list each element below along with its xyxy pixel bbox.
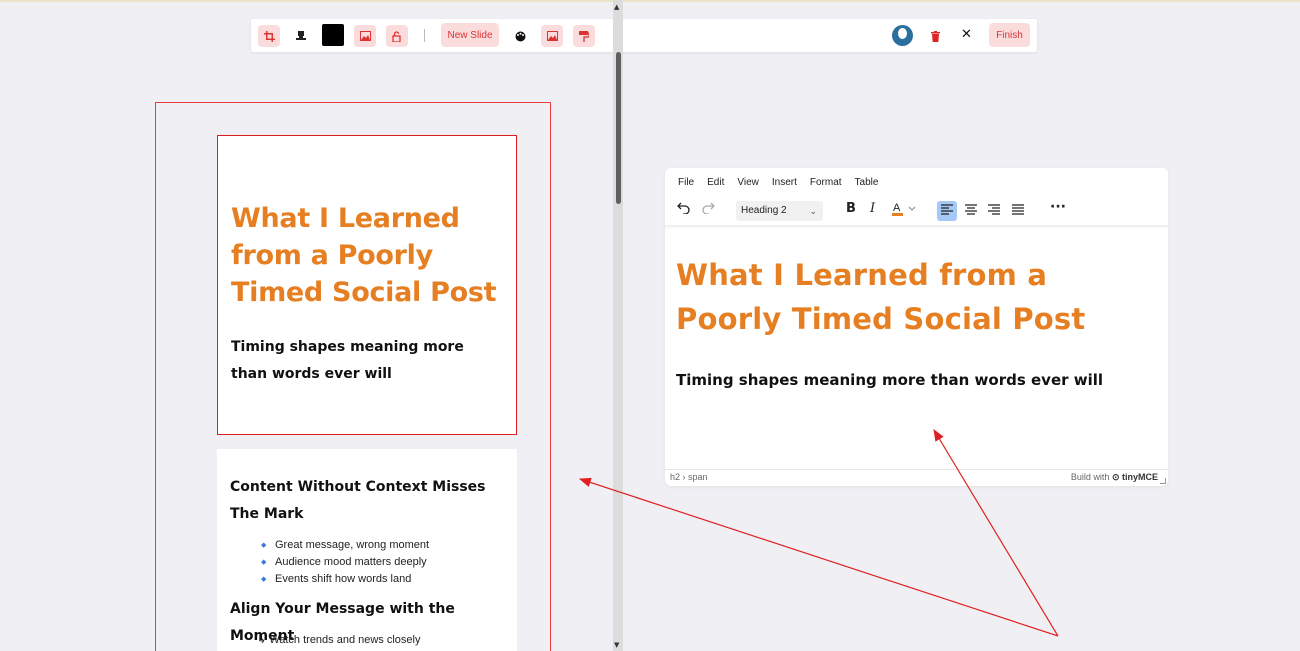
tinymce-branding[interactable]: Build with ⊙ tinyMCE [1071, 472, 1158, 483]
block-format-select[interactable]: Heading 2 ⌄ [736, 201, 823, 221]
theme-button[interactable] [509, 25, 531, 47]
list-item: Audience mood matters deeply [261, 554, 429, 571]
text-color-button[interactable]: A [892, 201, 918, 220]
new-slide-button[interactable]: New Slide [441, 23, 499, 47]
editor-menubar: File Edit View Insert Format Table [665, 174, 891, 192]
tinymce-logo: ⊙ [1111, 472, 1120, 482]
brand-name: tinyMCE [1122, 472, 1158, 482]
slide-thumbnail-1[interactable]: What I Learned from a Poorly Timed Socia… [217, 135, 517, 435]
menu-format[interactable]: Format [810, 174, 842, 192]
align-right-icon[interactable] [988, 204, 1000, 218]
menu-table[interactable]: Table [855, 174, 879, 192]
menu-view[interactable]: View [737, 174, 759, 192]
svg-text:A: A [893, 202, 901, 214]
image-icon [546, 31, 558, 41]
editor-statusbar: h2 › span Build with ⊙ tinyMCE [665, 469, 1168, 486]
paint-roller-icon [579, 30, 589, 42]
toolbar-separator [424, 29, 425, 42]
italic-icon[interactable]: I [870, 201, 875, 216]
list-item: Great message, wrong moment [261, 537, 429, 554]
brand-prefix: Build with [1070, 472, 1110, 482]
background-image-button[interactable] [541, 25, 563, 47]
text-color-icon: A [892, 202, 916, 216]
rich-text-editor: File Edit View Insert Format Table Headi… [665, 168, 1168, 486]
stamp-button[interactable] [290, 25, 312, 47]
scroll-up-icon[interactable]: ▲ [614, 3, 619, 11]
close-icon[interactable]: ✕ [961, 27, 972, 42]
menu-file[interactable]: File [678, 174, 694, 192]
delete-button[interactable] [924, 25, 946, 47]
slide-heading: Content Without Context Misses The Mark [230, 479, 486, 522]
list-item: Events shift how words land [261, 571, 429, 588]
editor-toolbar: Heading 2 ⌄ B I A ··· [665, 197, 1168, 225]
slide-toolbar: New Slide ✕ Finish [251, 19, 1037, 52]
top-border [0, 0, 1300, 2]
align-left-icon [941, 204, 953, 218]
editor-subheading[interactable]: Timing shapes meaning more than words ev… [676, 371, 1103, 389]
block-format-value: Heading 2 [741, 205, 787, 216]
color-swatch[interactable] [322, 24, 344, 46]
arrow-to-preview [578, 477, 1059, 637]
lock-icon [391, 30, 401, 42]
menu-edit[interactable]: Edit [707, 174, 724, 192]
sub-list-item: ↳ Watch trends and news closely [257, 634, 421, 646]
scrollbar-thumb[interactable] [616, 52, 621, 204]
more-options-icon[interactable]: ··· [1050, 199, 1066, 215]
resize-handle-icon[interactable] [1160, 478, 1166, 484]
bullet-list: Great message, wrong moment Audience moo… [261, 537, 429, 588]
editor-heading[interactable]: What I Learned from a Poorly Timed Socia… [676, 253, 1156, 341]
toolbar-shadow [665, 225, 1168, 229]
slide-title: What I Learned from a Poorly Timed Socia… [231, 203, 497, 308]
scroll-down-icon[interactable]: ▼ [614, 641, 619, 649]
slide-thumbnail-2[interactable]: Content Without Context Misses The Mark … [217, 449, 517, 651]
stamp-icon [296, 30, 306, 40]
format-painter-button[interactable] [573, 25, 595, 47]
align-center-icon[interactable] [965, 204, 977, 218]
trash-icon [930, 30, 940, 42]
lock-button[interactable] [386, 25, 408, 47]
undo-icon[interactable] [677, 202, 690, 217]
redo-icon[interactable] [702, 202, 715, 217]
crop-icon [263, 30, 275, 42]
align-justify-icon[interactable] [1012, 204, 1024, 218]
finish-button[interactable]: Finish [989, 23, 1030, 47]
bold-icon[interactable]: B [846, 201, 856, 216]
avatar[interactable] [892, 25, 913, 46]
image-icon [359, 31, 371, 41]
menu-insert[interactable]: Insert [772, 174, 797, 192]
palette-icon [515, 31, 525, 41]
chevron-down-icon: ⌄ [809, 206, 817, 216]
crop-button[interactable] [258, 25, 280, 47]
image-button[interactable] [354, 25, 376, 47]
element-path[interactable]: h2 › span [670, 472, 708, 482]
slide-subtitle: Timing shapes meaning more than words ev… [231, 339, 464, 382]
